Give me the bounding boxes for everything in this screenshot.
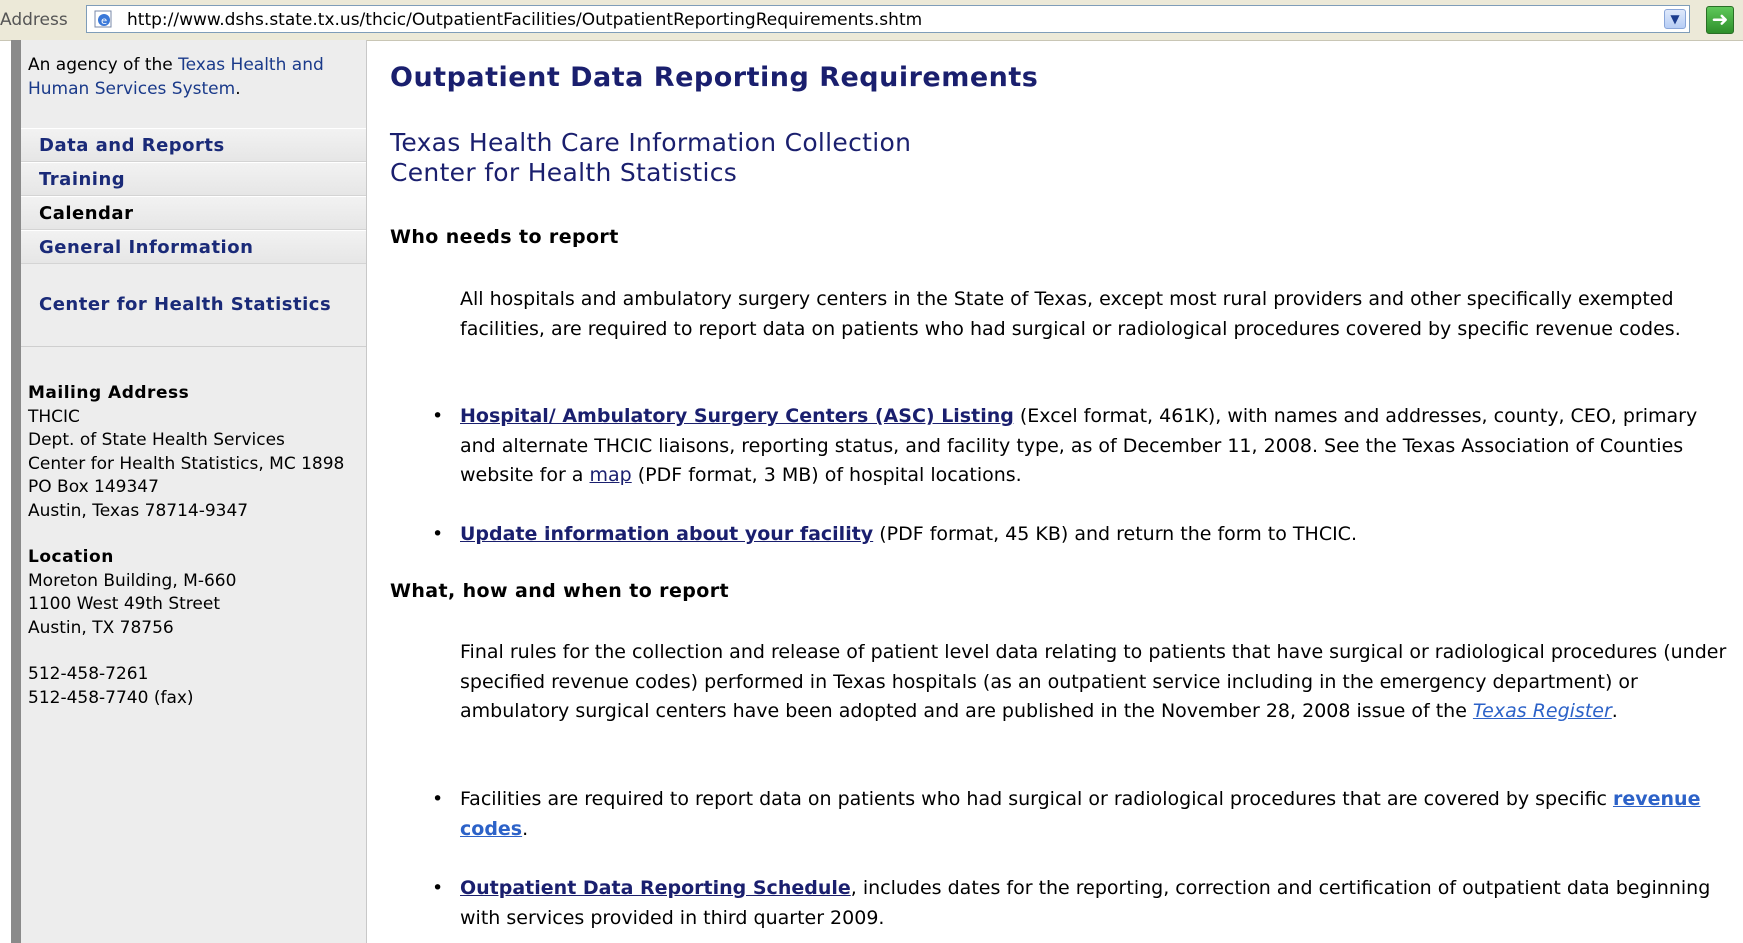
phone-number: 512-458-7261 <box>28 664 149 684</box>
page-title: Outpatient Data Reporting Requirements <box>390 62 1039 93</box>
list-item: • Hospital/ Ambulatory Surgery Centers (… <box>432 402 1730 491</box>
subtitle: Texas Health Care Information Collection… <box>390 128 911 188</box>
agency-text: An agency of the Texas Health and Human … <box>28 53 358 101</box>
ie-page-icon: e <box>93 9 115 29</box>
bullet-icon: • <box>432 405 444 427</box>
reporting-schedule-link[interactable]: Outpatient Data Reporting Schedule <box>460 877 851 899</box>
address-bar: Address e http://www.dshs.state.tx.us/th… <box>0 0 1743 41</box>
asc-listing-link[interactable]: Hospital/ Ambulatory Surgery Centers (AS… <box>460 405 1014 427</box>
subtitle-line: Center for Health Statistics <box>390 158 738 187</box>
list-item: • Facilities are required to report data… <box>432 785 1730 844</box>
address-label: Address <box>0 10 68 30</box>
svg-text:e: e <box>101 16 107 27</box>
mailing-address-heading: Mailing Address <box>28 383 190 403</box>
location-line: Moreton Building, M-660 <box>28 570 237 591</box>
bullet-text: (PDF format, 3 MB) of hospital locations… <box>631 464 1022 486</box>
what-paragraph: Final rules for the collection and relea… <box>460 638 1730 727</box>
sidebar-nav: Data and Reports Training Calendar Gener… <box>21 128 366 347</box>
who-heading: Who needs to report <box>390 226 619 248</box>
location-line: 1100 West 49th Street <box>28 594 220 614</box>
agency-prefix: An agency of the <box>28 55 173 75</box>
location-heading: Location <box>28 547 114 567</box>
url-input[interactable]: e http://www.dshs.state.tx.us/thcic/Outp… <box>86 5 1690 33</box>
agency-suffix: . <box>235 79 241 99</box>
list-item: • Update information about your facility… <box>432 520 1730 550</box>
map-link[interactable]: map <box>590 464 632 486</box>
mailing-line: Austin, Texas 78714-9347 <box>28 500 249 521</box>
mailing-line: THCIC <box>28 406 80 427</box>
bullet-text: (PDF format, 45 KB) and return the form … <box>873 523 1357 545</box>
update-facility-link[interactable]: Update information about your facility <box>460 523 873 545</box>
sidebar-item-data-and-reports[interactable]: Data and Reports <box>21 128 366 162</box>
sidebar-item-calendar[interactable]: Calendar <box>21 196 366 230</box>
what-heading: What, how and when to report <box>390 580 729 602</box>
mailing-line: Dept. of State Health Services <box>28 430 285 450</box>
sidebar-item-general-information[interactable]: General Information <box>21 230 366 264</box>
url-text[interactable]: http://www.dshs.state.tx.us/thcic/Outpat… <box>127 10 922 30</box>
bullet-text: Facilities are required to report data o… <box>460 788 1613 810</box>
who-paragraph: All hospitals and ambulatory surgery cen… <box>460 288 1681 340</box>
mailing-line: Center for Health Statistics, MC 1898 <box>28 453 345 474</box>
sidebar: An agency of the Texas Health and Human … <box>21 40 367 943</box>
what-tail: . <box>1611 700 1618 722</box>
bullet-icon: • <box>432 877 444 899</box>
sidebar-item-center-for-health-statistics[interactable]: Center for Health Statistics <box>21 264 366 347</box>
location-line: Austin, TX 78756 <box>28 617 174 638</box>
sidebar-item-training[interactable]: Training <box>21 162 366 196</box>
list-item: • Outpatient Data Reporting Schedule, in… <box>432 874 1730 933</box>
chevron-down-icon[interactable]: ▼ <box>1664 9 1686 29</box>
left-stripe <box>11 40 21 943</box>
bullet-icon: • <box>432 523 444 545</box>
subtitle-line: Texas Health Care Information Collection <box>390 128 912 157</box>
go-arrow-icon[interactable]: ➜ <box>1706 6 1734 34</box>
bullet-icon: • <box>432 788 444 810</box>
bullet-text: . <box>522 817 529 840</box>
texas-register-link[interactable]: Texas Register <box>1473 700 1612 722</box>
fax-number: 512-458-7740 (fax) <box>28 687 194 708</box>
mailing-line: PO Box 149347 <box>28 477 159 497</box>
contact-info: Mailing Address THCIC Dept. of State Hea… <box>28 382 363 710</box>
